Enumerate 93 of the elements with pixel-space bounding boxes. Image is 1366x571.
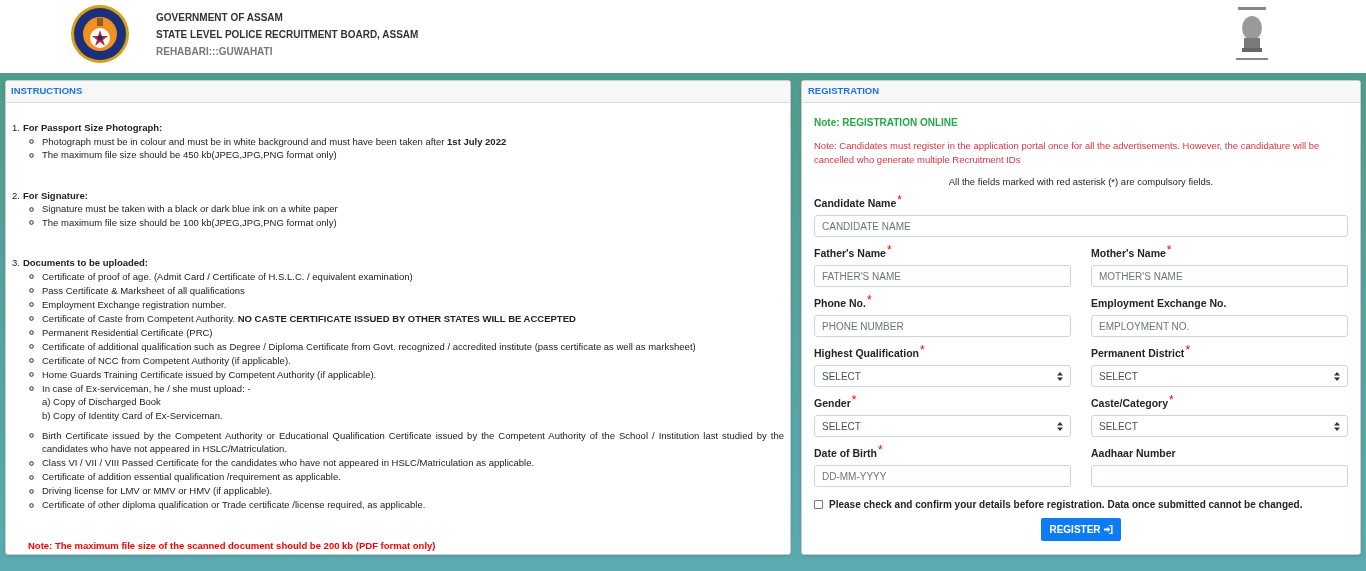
header-title: STATE LEVEL POLICE RECRUITMENT BOARD, ASSAM [156,28,419,42]
instruction-text: Signature must be taken with a black or dark blue ink on a white paper [42,202,338,216]
sort-arrows-icon [1334,421,1340,431]
field-label: Gender [814,396,851,412]
bullet-icon [29,433,34,438]
sort-arrows-icon [1334,371,1340,381]
police-emblem-drawing [70,4,130,64]
field-label: Father's Name [814,246,886,262]
field-label: Employment Exchange No. [1091,296,1227,312]
section-number: 2. [12,188,20,202]
bullet-icon [29,330,34,335]
bullet-icon [29,358,34,363]
bullet-icon [29,386,34,391]
instruction-text: Certificate of proof of age. (Admit Card / Certificate of H.S.L.C. / equivalent examination) [42,269,413,283]
bullet-icon [29,344,34,349]
instruction-text: Employment Exchange registration number. [42,297,227,311]
section-number: 3. [12,256,20,270]
sign-in-icon [1103,525,1113,535]
registration-note: Note: REGISTRATION ONLINE [814,116,959,130]
field-label: Caste/Category [1091,396,1169,412]
bullet-icon [29,502,34,508]
field-label: Aadhaar Number [1091,446,1176,462]
register-button[interactable]: REGISTER [1041,518,1121,542]
instruction-text: Certificate of NCC from Competent Authority (if applicable). [42,353,291,367]
instruction-text: Driving license for LMV or MMV or HMV (if applicable). [42,484,273,498]
bullet-icon [29,274,34,279]
input-field[interactable]: EMPLOYMENT NO. [1091,315,1348,338]
instruction-text: Birth Certificate issued by the Competent Authority or Educational Qualification Certificate issued by the Competent Authority of the School / Institution last studied by the candidates who have not appeared in HSLC/Matriculation. [42,428,784,456]
field-label: Phone No. [814,296,866,312]
required-asterisk: * [851,394,857,407]
instruction-text: Home Guards Training Certificate issued by Competent Authority (if applicable). [42,367,377,381]
select-dropdown[interactable]: SELECT [814,415,1071,438]
bullet-icon [29,220,34,225]
bullet-icon [29,474,34,480]
bullet-icon [29,302,34,307]
select-dropdown[interactable]: SELECT [1091,365,1348,388]
bullet-icon [29,488,34,494]
bullet-icon [29,206,34,212]
instruction-subitem: a) Copy of Discharged Book [42,395,162,409]
field-label: Date of Birth [814,446,877,462]
bullet-icon [29,316,34,321]
input-field[interactable]: MOTHER'S NAME [1091,265,1348,288]
section-heading: For Passport Size Photograph: [22,121,163,135]
instruction-text: Certificate of Caste from Competent Authority. NO CASTE CERTIFICATE ISSUED BY OTHER STATES WILL BE ACCEPTED [42,311,576,325]
input-field[interactable]: DD-MM-YYYY [814,465,1071,488]
required-asterisk: * [866,294,872,307]
instruction-text: The maximum file size should be 100 kb(JPEG,JPG,PNG format only) [42,215,337,229]
field-label: Mother's Name [1091,246,1166,262]
instruction-text: Certificate of additional qualification such as Degree / Diploma Certificate from Govt. recognized / accredited institute (pass certificate as well as marksheet) [42,339,696,353]
header-title: GOVERNMENT OF ASSAM [156,11,284,25]
warning-note: Note: Candidates must register in the application portal once for all the advertisements. However, the candidature will be cancelled who generate multiple Recruitment IDs [814,139,1321,167]
instruction-text: Certificate of addition essential qualification /requirement as applicable. [42,470,341,484]
file-size-note: Note: The maximum file size of the scanned document should be 200 kb (PDF format only) [27,539,437,553]
instruction-text: In case of Ex-serviceman, he / she must upload: - [42,381,251,395]
required-asterisk: * [1185,344,1191,357]
bullet-icon [29,152,34,158]
input-field[interactable] [1091,465,1348,488]
instruction-subitem: b) Copy of Identity Card of Ex-Serviceman. [42,408,224,422]
bullet-icon [29,288,34,293]
section-heading: Documents to be uploaded: [22,256,149,270]
required-asterisk: * [886,244,892,257]
section-number: 1. [12,121,20,135]
instruction-text: Permanent Residential Certificate (PRC) [42,325,213,339]
confirm-text: Please check and confirm your details before registration. Data once submitted cannot be changed. [829,498,1303,513]
input-field[interactable]: CANDIDATE NAME [814,215,1348,238]
panel-title: REGISTRATION [808,84,880,99]
required-asterisk: * [1169,394,1174,407]
compulsory-hint: All the fields marked with red asterisk (*) are compulsory fields. [947,175,1215,189]
confirm-checkbox[interactable] [814,500,823,510]
section-heading: For Signature: [22,188,88,202]
required-asterisk: * [920,344,925,357]
input-field[interactable]: PHONE NUMBER [814,315,1071,338]
input-field[interactable]: FATHER'S NAME [814,265,1071,288]
instruction-text: Class VI / VII / VIII Passed Certificate for the candidates who have not appeared in HSLC/Matriculation as applicable. [42,456,535,470]
panel-title: INSTRUCTIONS [11,84,83,99]
select-dropdown[interactable]: SELECT [1091,415,1348,438]
select-dropdown[interactable]: SELECT [814,365,1071,388]
required-asterisk: * [878,444,883,457]
required-asterisk: * [1166,244,1172,257]
field-label: Permanent District [1091,346,1185,362]
instruction-text: Certificate of other diploma qualification or Trade certificate /license required, as applicable. [42,498,426,512]
field-label: Candidate Name [814,196,897,212]
sort-arrows-icon [1057,371,1063,381]
instruction-text: Photograph must be in colour and must be in white background and must have been taken after 1st July 2022 [42,134,507,148]
bullet-icon [29,460,34,466]
bullet-icon [29,139,34,144]
instruction-text: The maximum file size should be 450 kb(JPEG,JPG,PNG format only) [42,148,337,162]
header-subtitle: REHABARI:::GUWAHATI [156,45,274,59]
bullet-icon [29,372,34,377]
instruction-text: Pass Certificate & Marksheet of all qualifications [42,283,245,297]
required-asterisk: * [897,194,902,207]
field-label: Highest Qualification [814,346,919,362]
sort-arrows-icon [1057,421,1063,431]
